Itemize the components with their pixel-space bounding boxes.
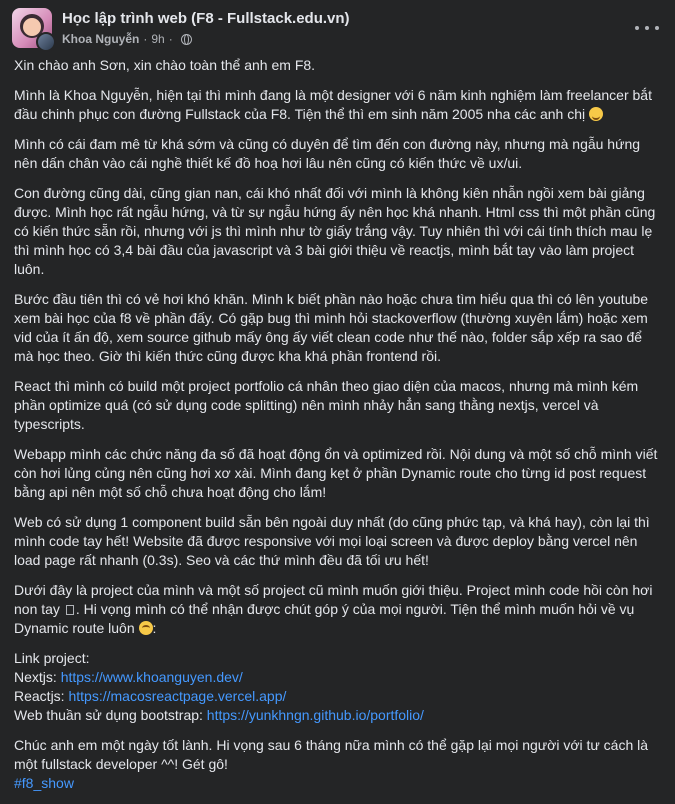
group-name-link[interactable]: Học lập trình web (F8 - Fullstack.edu.vn… — [62, 10, 350, 27]
facebook-post: Học lập trình web (F8 - Fullstack.edu.vn… — [0, 0, 675, 791]
post-text: . Hi vọng mình có thể nhận được chút góp… — [14, 601, 635, 636]
post-paragraph: Web có sử dụng 1 component build sẵn bên… — [14, 514, 650, 568]
author-name-link[interactable]: Khoa Nguyễn — [62, 32, 139, 46]
post-text: Chúc anh em một ngày tốt lành. Hi vọng s… — [14, 737, 649, 772]
post-timestamp[interactable]: 9h — [151, 32, 164, 46]
link-label: Nextjs: — [14, 669, 61, 685]
reactjs-link[interactable]: https://macosreactpage.vercel.app/ — [68, 688, 286, 704]
post-paragraph: Bước đầu tiên thì có vẻ hơi khó khăn. Mì… — [14, 291, 649, 364]
bootstrap-link[interactable]: https://yunkhngn.github.io/portfolio/ — [207, 707, 424, 723]
meta-separator: · — [168, 32, 173, 46]
post-text: : — [152, 620, 157, 636]
link-label: Web thuần sử dụng bootstrap: — [14, 707, 207, 723]
post-paragraph: React thì mình có build một project port… — [14, 378, 639, 432]
links-heading: Link project: — [14, 650, 90, 666]
sweat-smile-emoji-icon — [589, 107, 604, 121]
post-paragraph: Webapp mình các chức năng đa số đã hoạt … — [14, 446, 658, 500]
link-label: Reactjs: — [14, 688, 69, 704]
post-header: Học lập trình web (F8 - Fullstack.edu.vn… — [12, 8, 663, 52]
post-meta: Khoa Nguyễn · 9h · — [62, 32, 192, 46]
hashtag-link[interactable]: #f8_show — [14, 775, 74, 791]
pleading-emoji-icon — [138, 621, 153, 635]
post-paragraph: Chúc anh em một ngày tốt lành. Hi vọng s… — [14, 736, 664, 793]
post-paragraph: Mình là Khoa Nguyễn, hiện tại thì mình đ… — [14, 86, 664, 124]
more-options-icon[interactable] — [635, 20, 659, 36]
post-body: Xin chào anh Sơn, xin chào toàn thể anh … — [14, 56, 664, 804]
post-paragraph: Mình có cái đam mê từ khá sớm và cũng có… — [14, 136, 641, 171]
author-avatar[interactable] — [36, 32, 56, 52]
globe-icon[interactable] — [180, 33, 192, 45]
missing-emoji-icon — [65, 605, 74, 615]
post-paragraph: Con đường cũng dài, cũng gian nan, cái k… — [14, 185, 656, 277]
post-text: Mình là Khoa Nguyễn, hiện tại thì mình đ… — [14, 87, 652, 122]
nextjs-link[interactable]: https://www.khoanguyen.dev/ — [61, 669, 243, 685]
meta-separator: · — [143, 32, 148, 46]
post-paragraph: Dưới đây là project của mình và một số p… — [14, 581, 664, 638]
post-paragraph: Xin chào anh Sơn, xin chào toàn thể anh … — [14, 57, 316, 73]
links-block: Link project: Nextjs: https://www.khoang… — [14, 649, 664, 725]
